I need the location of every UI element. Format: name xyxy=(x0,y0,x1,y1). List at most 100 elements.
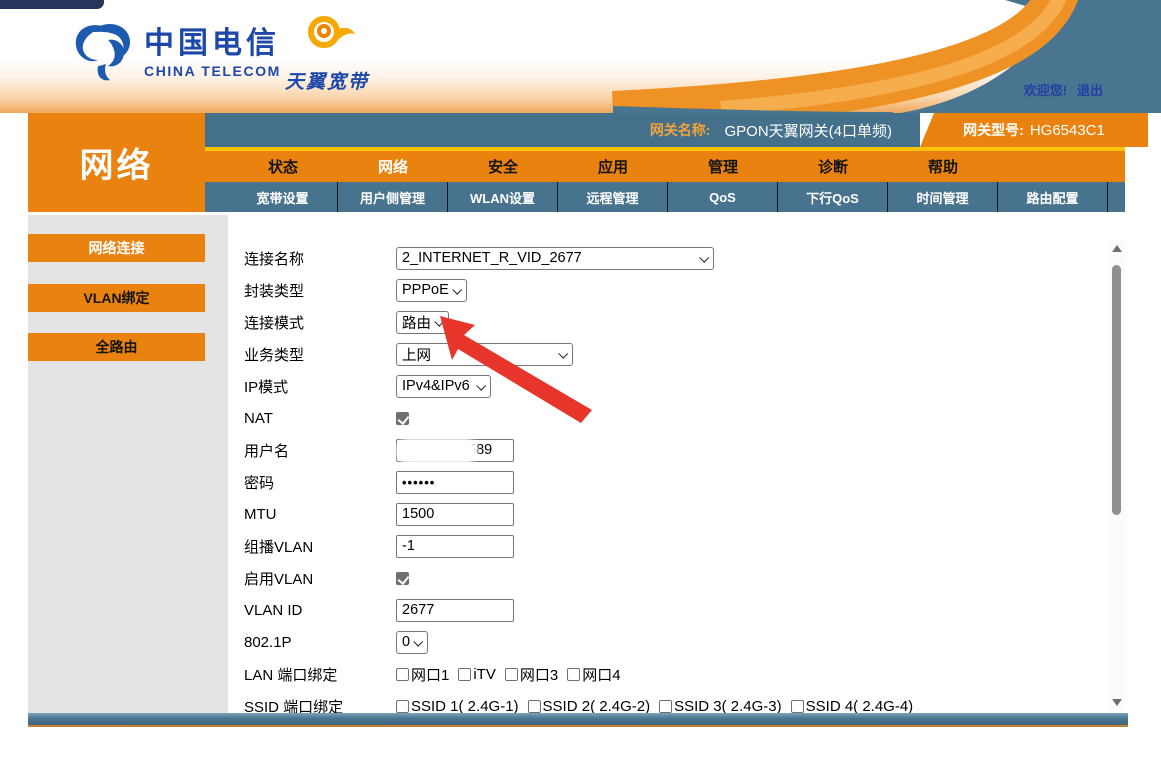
form-row-nat: NAT xyxy=(228,402,1106,434)
sidebar-item-full-route[interactable]: 全路由 xyxy=(28,333,205,361)
ssid-binding-options: SSID 1( 2.4G-1) SSID 2( 2.4G-2) SSID 3( … xyxy=(396,698,922,715)
lan-itv-checkbox[interactable] xyxy=(458,668,471,681)
encapsulation-label: 封装类型 xyxy=(244,280,396,301)
ip-mode-label: IP模式 xyxy=(244,376,396,397)
subtab-time-mgmt[interactable]: 时间管理 xyxy=(888,182,998,212)
vlan-id-label: VLAN ID xyxy=(244,602,396,619)
chevron-down-icon xyxy=(452,284,462,294)
vlan-id-input[interactable]: 2677 xyxy=(396,599,514,622)
scroll-down-button[interactable] xyxy=(1108,694,1125,710)
tab-application[interactable]: 应用 xyxy=(558,151,668,182)
subtab-qos[interactable]: QoS xyxy=(668,182,778,212)
tab-diagnosis[interactable]: 诊断 xyxy=(778,151,888,182)
gateway-info-bar: 网关名称: GPON天翼网关(4口单频) 网关型号: HG6543C1 xyxy=(205,113,1148,147)
connection-name-select[interactable]: 2_INTERNET_R_VID_2677 xyxy=(396,247,714,270)
ip-mode-select[interactable]: IPv4&IPv6 xyxy=(396,375,491,398)
username-label: 用户名 xyxy=(244,440,396,461)
lan-port3-checkbox[interactable] xyxy=(505,668,518,681)
form-row-vlan-id: VLAN ID 2677 xyxy=(228,594,1106,626)
lan-binding-options: 网口1 iTV 网口3 网口4 xyxy=(396,664,630,685)
china-telecom-logo: 中国电信 CHINA TELECOM xyxy=(72,18,281,84)
scrollbar-thumb[interactable] xyxy=(1112,265,1121,515)
sidebar-item-vlan-binding[interactable]: VLAN绑定 xyxy=(28,284,205,312)
tab-status[interactable]: 状态 xyxy=(228,151,338,182)
8021p-label: 802.1P xyxy=(244,634,396,651)
subtab-broadband-settings[interactable]: 宽带设置 xyxy=(228,182,338,212)
form-row-username: 用户名 589 xyxy=(228,434,1106,466)
lan-port4-label: 网口4 xyxy=(582,664,620,685)
tab-network[interactable]: 网络 xyxy=(338,151,448,182)
scroll-down-icon xyxy=(1112,699,1122,706)
enable-vlan-checkbox[interactable] xyxy=(396,572,409,585)
connection-mode-label: 连接模式 xyxy=(244,312,396,333)
gateway-model-badge: 网关型号: HG6543C1 xyxy=(920,113,1148,147)
lan-port3-label: 网口3 xyxy=(520,664,558,685)
form-row-8021p: 802.1P 0 xyxy=(228,626,1106,658)
sidebar-item-network-connection[interactable]: 网络连接 xyxy=(28,234,205,262)
gateway-name-value: GPON天翼网关(4口单频) xyxy=(724,120,892,141)
form-row-password: 密码 •••••• xyxy=(228,466,1106,498)
mtu-input[interactable]: 1500 xyxy=(396,503,514,526)
form-row-mtu: MTU 1500 xyxy=(228,498,1106,530)
mtu-label: MTU xyxy=(244,506,396,523)
ssid2-label: SSID 2( 2.4G-2) xyxy=(543,698,651,715)
form-row-lan-binding: LAN 端口绑定 网口1 iTV 网口3 网口4 xyxy=(228,658,1106,690)
logo-cn-text: 中国电信 xyxy=(144,26,281,62)
gateway-model-label: 网关型号: xyxy=(963,120,1024,140)
logout-link[interactable]: 退出 xyxy=(1077,83,1103,98)
chevron-down-icon xyxy=(434,316,444,326)
form-row-enable-vlan: 启用VLAN xyxy=(228,562,1106,594)
top-left-decor xyxy=(0,0,104,9)
subtab-remote-mgmt[interactable]: 远程管理 xyxy=(558,182,668,212)
footer-bar xyxy=(28,713,1128,727)
vertical-scrollbar[interactable] xyxy=(1108,240,1125,710)
password-input[interactable]: •••••• xyxy=(396,471,514,494)
tab-help[interactable]: 帮助 xyxy=(888,151,998,182)
ssid4-label: SSID 4( 2.4G-4) xyxy=(806,698,914,715)
ssid1-checkbox[interactable] xyxy=(396,700,409,713)
ssid2-checkbox[interactable] xyxy=(528,700,541,713)
form-row-service-type: 业务类型 上网 xyxy=(228,338,1106,370)
chevron-down-icon xyxy=(699,252,709,262)
chevron-down-icon xyxy=(413,636,423,646)
subtab-wlan-settings[interactable]: WLAN设置 xyxy=(448,182,558,212)
lan-binding-label: LAN 端口绑定 xyxy=(244,664,396,685)
connection-mode-select[interactable]: 路由 xyxy=(396,311,449,334)
gateway-model-value: HG6543C1 xyxy=(1030,122,1105,139)
tab-security[interactable]: 安全 xyxy=(448,151,558,182)
username-input[interactable]: 589 xyxy=(396,439,514,462)
china-telecom-logo-icon xyxy=(72,18,136,84)
subtab-user-side-mgmt[interactable]: 用户侧管理 xyxy=(338,182,448,212)
sidebar: 网络连接 VLAN绑定 全路由 xyxy=(28,215,228,713)
header: 中国电信 CHINA TELECOM 天翼宽带 欢迎您! 退出 xyxy=(0,0,1161,113)
multicast-vlan-label: 组播VLAN xyxy=(244,536,396,557)
nat-checkbox[interactable] xyxy=(396,412,409,425)
tianyi-logo-text: 天翼宽带 xyxy=(272,67,382,94)
8021p-select[interactable]: 0 xyxy=(396,631,428,654)
subtab-route-config[interactable]: 路由配置 xyxy=(998,182,1108,212)
lan-port1-checkbox[interactable] xyxy=(396,668,409,681)
form-row-ip-mode: IP模式 IPv4&IPv6 xyxy=(228,370,1106,402)
form-row-connection-mode: 连接模式 路由 xyxy=(228,306,1106,338)
subtab-downstream-qos[interactable]: 下行QoS xyxy=(778,182,888,212)
form-row-multicast-vlan: 组播VLAN -1 xyxy=(228,530,1106,562)
gateway-name: 网关名称: GPON天翼网关(4口单频) xyxy=(205,113,920,147)
service-type-select[interactable]: 上网 xyxy=(396,343,573,366)
router-admin-page: 中国电信 CHINA TELECOM 天翼宽带 欢迎您! 退出 网络 网关名称: … xyxy=(0,0,1161,773)
password-label: 密码 xyxy=(244,472,396,493)
tab-management[interactable]: 管理 xyxy=(668,151,778,182)
encapsulation-select[interactable]: PPPoE xyxy=(396,279,467,302)
ssid4-checkbox[interactable] xyxy=(791,700,804,713)
main-menu: 状态 网络 安全 应用 管理 诊断 帮助 xyxy=(205,151,1125,182)
ssid3-checkbox[interactable] xyxy=(659,700,672,713)
multicast-vlan-input[interactable]: -1 xyxy=(396,535,514,558)
welcome-text: 欢迎您! xyxy=(1024,83,1067,98)
welcome-area: 欢迎您! 退出 xyxy=(1024,80,1103,99)
scroll-up-button[interactable] xyxy=(1108,240,1125,256)
connection-name-label: 连接名称 xyxy=(244,248,396,269)
scroll-up-icon xyxy=(1112,245,1122,252)
lan-port4-checkbox[interactable] xyxy=(567,668,580,681)
lan-itv-label: iTV xyxy=(473,666,496,683)
chevron-down-icon xyxy=(476,380,486,390)
service-type-label: 业务类型 xyxy=(244,344,396,365)
